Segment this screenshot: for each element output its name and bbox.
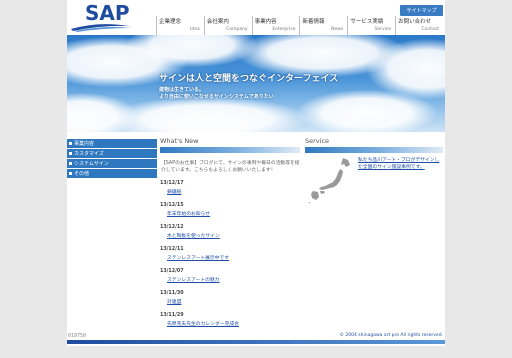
news-item: 13/12/17 鎖鋸紙 bbox=[160, 181, 300, 195]
hero-copy: サインは人と空間をつなぐインターフェイス 建物は生きている。 より自由に使いこな… bbox=[159, 71, 338, 102]
nav-item-label: 事業内容 bbox=[254, 19, 277, 25]
nav-item-sub: Contact bbox=[421, 27, 439, 32]
global-nav: 企業理念 Idea 会社案内 Company 事業内容 Enterprise 新… bbox=[156, 16, 443, 35]
news-link[interactable]: 年末年始のお知らせ bbox=[160, 210, 300, 217]
nav-item-enterprise[interactable]: 事業内容 Enterprise bbox=[251, 16, 300, 35]
section-heading: What's New bbox=[160, 137, 199, 145]
news-date: 13/12/07 bbox=[160, 269, 184, 275]
sidebar-item-label: その他 bbox=[74, 171, 90, 177]
service-section: Service 私たち品川アート・プロがデザインした全国のサイン施設事例です。 bbox=[305, 137, 443, 203]
access-counter: 019750 bbox=[68, 333, 87, 339]
sidebar-item-label: システムサイン bbox=[74, 161, 109, 167]
bullet-icon bbox=[69, 152, 72, 155]
nav-item-sub: Service bbox=[374, 27, 392, 32]
nav-item-label: 企業理念 bbox=[159, 19, 182, 25]
news-item: 13/12/07 ステンレスアートの魅力 bbox=[160, 269, 300, 283]
nav-item-label: お問い合わせ bbox=[398, 19, 432, 25]
hero-banner: サインは人と空間をつなぐインターフェイス 建物は生きている。 より自由に使いこな… bbox=[67, 35, 445, 132]
bullet-icon bbox=[69, 172, 72, 175]
hero-subtitle: 建物は生きている。 より自由に使いこなせるサインシステムでありたい bbox=[159, 87, 338, 102]
news-date: 13/12/12 bbox=[160, 225, 184, 231]
news-item: 13/12/15 年末年始のお知らせ bbox=[160, 203, 300, 217]
hero-title: サインは人と空間をつなぐインターフェイス bbox=[159, 74, 339, 84]
sidebar-item-other[interactable]: その他 bbox=[67, 169, 157, 178]
news-link[interactable]: ステンレスアート展示中です bbox=[160, 254, 300, 261]
japan-map-icon[interactable] bbox=[307, 156, 353, 204]
sitemap-button[interactable]: サイトマップ bbox=[400, 5, 443, 16]
nav-item-label: サービス実績 bbox=[350, 19, 384, 25]
section-divider bbox=[160, 147, 300, 153]
news-date: 13/11/30 bbox=[160, 291, 184, 297]
news-date: 13/12/15 bbox=[160, 203, 184, 209]
nav-item-label: 新着情報 bbox=[302, 19, 325, 25]
news-item: 13/12/12 木と陶板を使ったサイン bbox=[160, 225, 300, 239]
section-divider bbox=[305, 147, 443, 153]
news-date: 13/11/29 bbox=[160, 313, 184, 319]
sidebar-item-enterprise[interactable]: 事業内容 bbox=[67, 139, 157, 148]
blog-intro-link[interactable]: 【SAPのお仕事】ブログにて、サインの事例や毎日の活動等を紹介しています。こちら… bbox=[160, 160, 300, 174]
sidebar-item-label: 事業内容 bbox=[74, 141, 95, 147]
nav-item-contact[interactable]: お問い合わせ Contact bbox=[395, 16, 443, 35]
sidebar-item-customize[interactable]: カスタマイズ bbox=[67, 149, 157, 158]
site-logo[interactable]: SAP bbox=[67, 0, 157, 34]
nav-item-news[interactable]: 新着情報 News bbox=[299, 16, 347, 35]
news-link[interactable]: 対連盟 bbox=[160, 298, 300, 305]
news-item: 13/11/30 対連盟 bbox=[160, 291, 300, 305]
nav-item-service[interactable]: サービス実績 Service bbox=[347, 16, 395, 35]
nav-item-idea[interactable]: 企業理念 Idea bbox=[156, 16, 204, 35]
logo-swoosh-icon bbox=[71, 24, 131, 32]
cloud bbox=[67, 93, 137, 132]
nav-item-company[interactable]: 会社案内 Company bbox=[203, 16, 252, 35]
hero-sub-line: より自由に使いこなせるサインシステムでありたい bbox=[159, 94, 274, 101]
footer-bar bbox=[67, 340, 445, 344]
page: SAP サイトマップ 企業理念 Idea 会社案内 Company 事業内容 E… bbox=[67, 0, 445, 346]
news-item: 13/11/29 氏原克夫先生のカレンダー完成会 bbox=[160, 313, 300, 327]
sidebar: 事業内容 カスタマイズ システムサイン その他 bbox=[67, 139, 157, 179]
news-date: 13/12/11 bbox=[160, 247, 184, 253]
nav-item-sub: News bbox=[331, 27, 344, 32]
bullet-icon bbox=[69, 142, 72, 145]
sidebar-item-label: カスタマイズ bbox=[74, 151, 104, 157]
nav-item-label: 会社案内 bbox=[206, 19, 229, 25]
news-link[interactable]: 木と陶板を使ったサイン bbox=[160, 232, 300, 239]
news-item: 13/12/11 ステンレスアート展示中です bbox=[160, 247, 300, 261]
bullet-icon bbox=[69, 162, 72, 165]
service-link[interactable]: 私たち品川アート・プロがデザインした全国のサイン施設事例です。 bbox=[358, 157, 443, 171]
news-link[interactable]: ステンレスアートの魅力 bbox=[160, 276, 300, 283]
news-link[interactable]: 鎖鋸紙 bbox=[160, 188, 300, 195]
nav-item-sub: Idea bbox=[190, 27, 200, 32]
copyright: © 2004 shinagawa art pro All rights rese… bbox=[339, 333, 443, 338]
cloud bbox=[107, 97, 307, 132]
news-date: 13/12/17 bbox=[160, 181, 184, 187]
whats-new-section: What's New 【SAPのお仕事】ブログにて、サインの事例や毎日の活動等を… bbox=[160, 137, 300, 335]
sidebar-item-system-sign[interactable]: システムサイン bbox=[67, 159, 157, 168]
section-heading: Service bbox=[305, 137, 330, 145]
nav-item-sub: Company bbox=[226, 27, 248, 32]
nav-item-sub: Enterprise bbox=[272, 27, 296, 32]
news-link[interactable]: 氏原克夫先生のカレンダー完成会 bbox=[160, 320, 300, 327]
